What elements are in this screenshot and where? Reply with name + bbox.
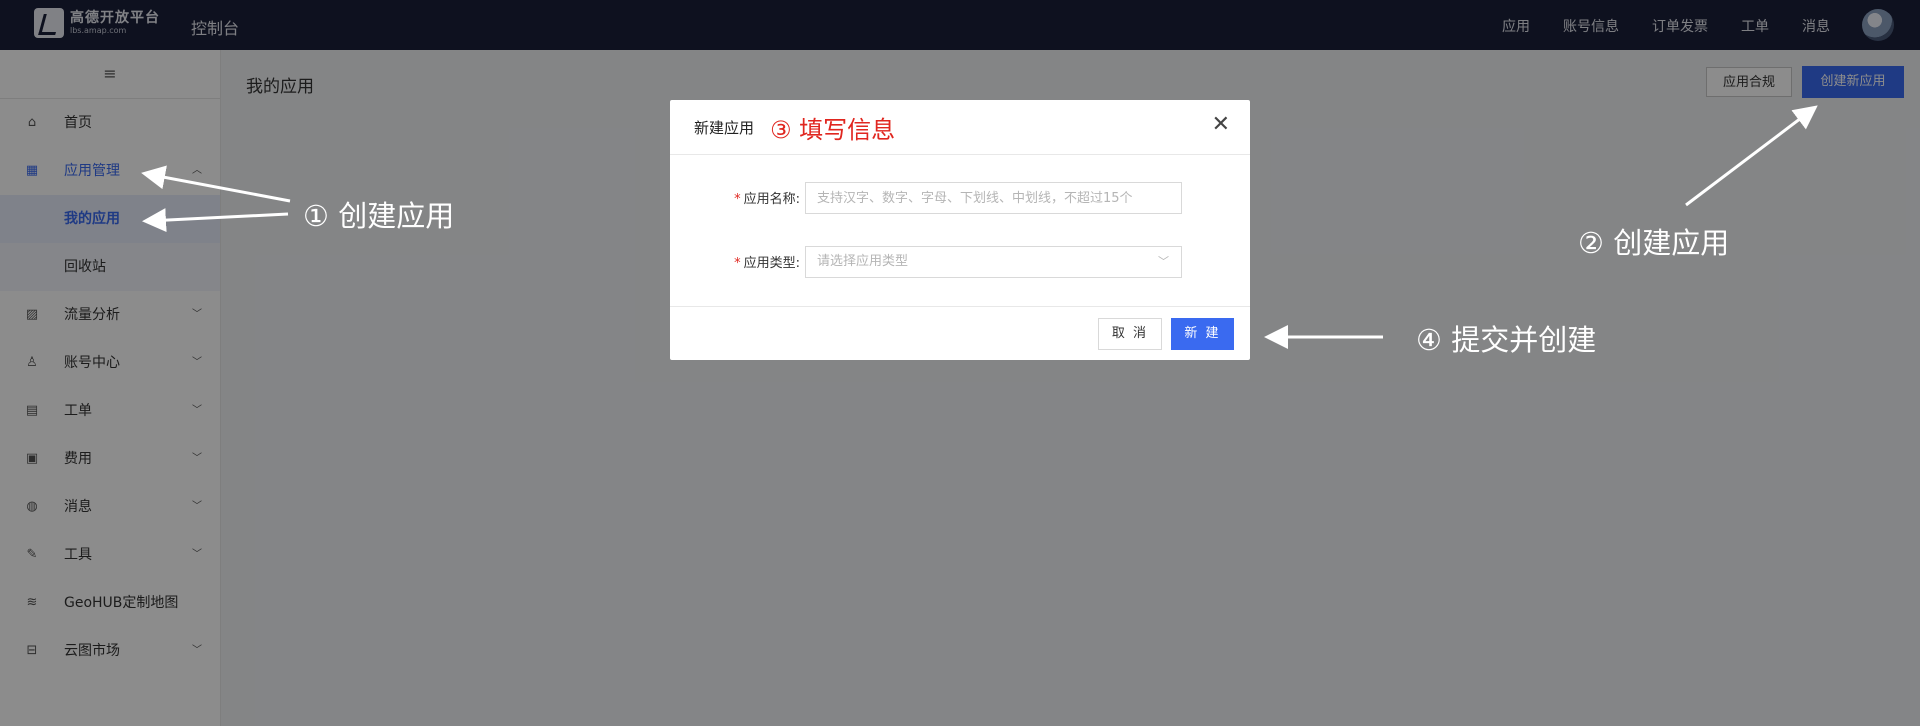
annotation-step4: ④ 提交并创建 [1416,323,1597,357]
arrow-to-app-management [141,165,291,203]
arrow-to-my-apps [142,208,289,233]
annotation-step2: ② 创建应用 [1578,226,1730,260]
annotation-arrows [141,105,1818,349]
arrow-to-create-button [1685,105,1818,207]
annotation-step1: ① 创建应用 [303,199,455,233]
